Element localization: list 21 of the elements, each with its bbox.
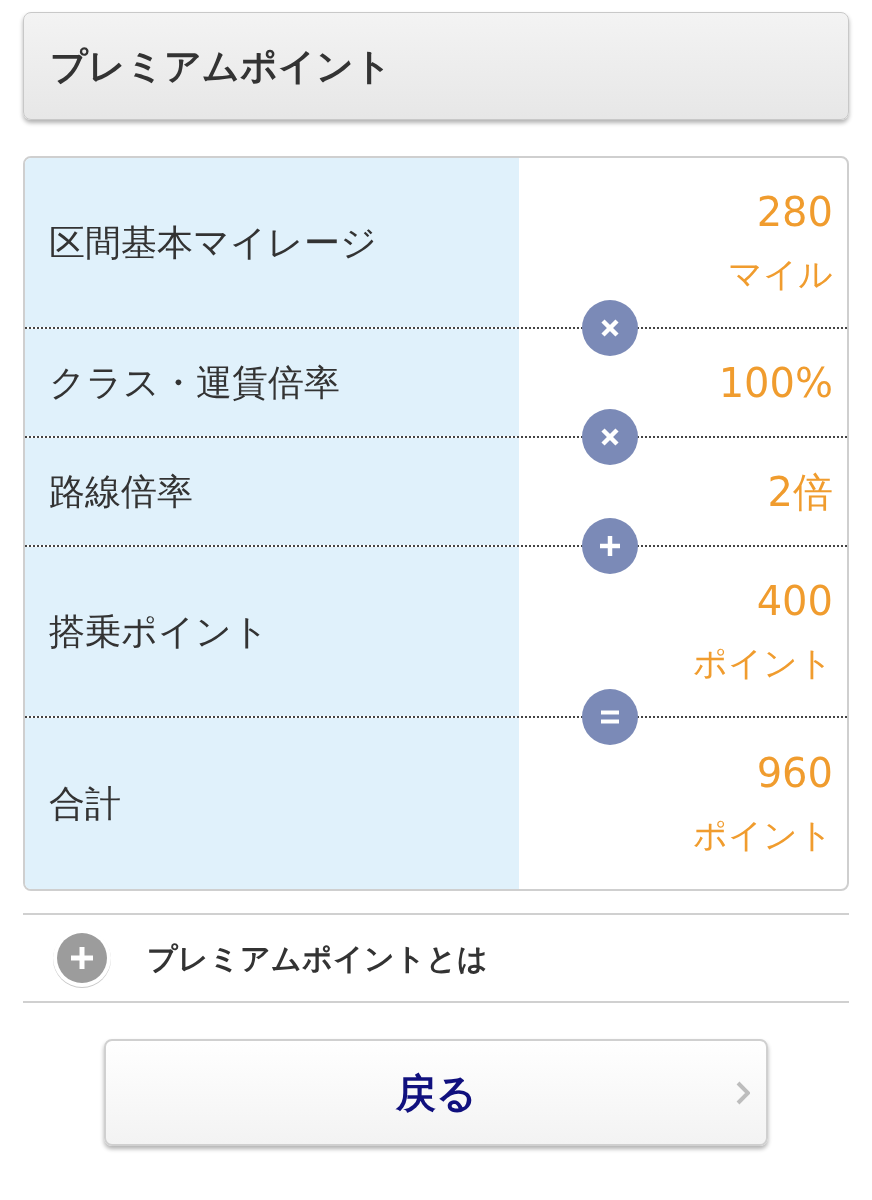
multiply-icon <box>582 409 638 465</box>
row-label: クラス・運賃倍率 <box>49 361 340 405</box>
info-expand-row[interactable]: プレミアムポイントとは <box>23 915 849 1001</box>
row-unit: ポイント <box>693 813 833 857</box>
page-title: プレミアムポイント <box>50 47 392 85</box>
multiply-icon <box>582 300 638 356</box>
row-value: 400 <box>756 576 833 626</box>
back-button[interactable]: 戻る <box>104 1039 768 1146</box>
row-value: 100% <box>718 358 833 408</box>
chevron-right-icon <box>736 1081 750 1105</box>
row-value: 280 <box>756 187 833 237</box>
row-label: 合計 <box>49 782 121 826</box>
row-value: 960 <box>756 748 833 798</box>
row-unit: ポイント <box>693 641 833 685</box>
row-label: 区間基本マイレージ <box>49 221 377 265</box>
row-label: 搭乗ポイント <box>49 610 269 654</box>
row-unit: マイル <box>728 252 833 296</box>
row-value: 2倍 <box>767 467 833 517</box>
row-label: 路線倍率 <box>49 470 193 514</box>
plus-icon <box>582 518 638 574</box>
equals-icon <box>582 689 638 745</box>
